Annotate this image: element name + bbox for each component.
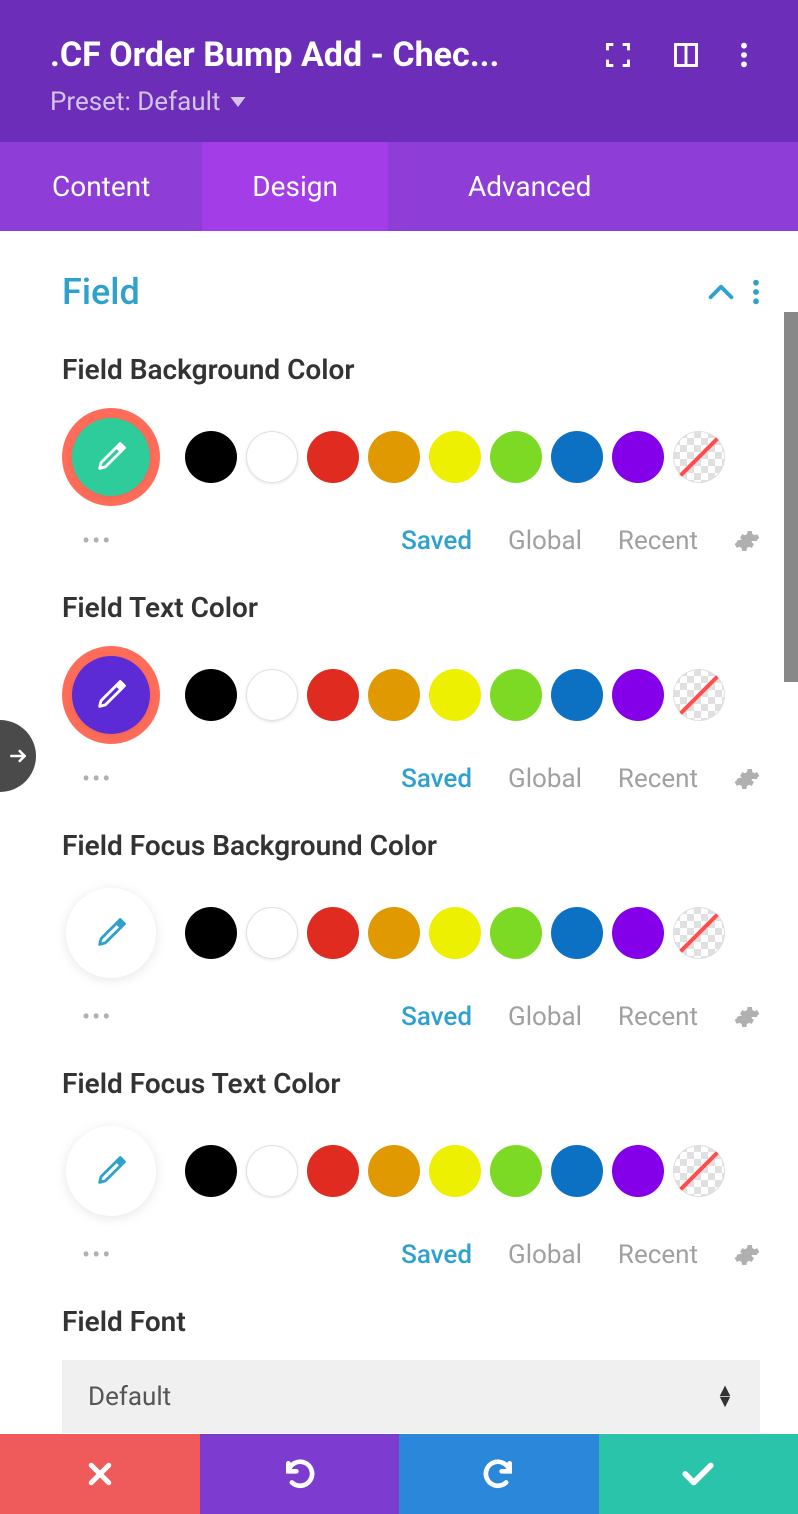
more-menu-icon[interactable] — [740, 41, 748, 69]
swatch-color[interactable] — [307, 431, 359, 483]
more-options-icon[interactable]: ••• — [82, 1241, 112, 1269]
cancel-button[interactable] — [0, 1434, 200, 1514]
swatch-color[interactable] — [368, 669, 420, 721]
swatch-color[interactable] — [490, 907, 542, 959]
font-select-value: Default — [88, 1382, 171, 1412]
swatch-color[interactable] — [185, 431, 237, 483]
gear-icon[interactable] — [734, 766, 760, 792]
swatch-color[interactable] — [246, 431, 298, 483]
swatch-color[interactable] — [551, 1145, 603, 1197]
color-field-group: Field Focus Text Color ••• Saved Global … — [62, 1067, 760, 1270]
swatch-color[interactable] — [551, 431, 603, 483]
color-picker-button[interactable] — [62, 646, 160, 744]
tab-design[interactable]: Design — [202, 142, 388, 231]
swatch-color[interactable] — [307, 1145, 359, 1197]
recent-tab[interactable]: Recent — [618, 1240, 698, 1270]
recent-tab[interactable]: Recent — [618, 526, 698, 556]
color-picker-button[interactable] — [62, 408, 160, 506]
field-label: Field Background Color — [62, 353, 760, 386]
gear-icon[interactable] — [734, 1004, 760, 1030]
swatch-color[interactable] — [612, 669, 664, 721]
swatch-color[interactable] — [368, 907, 420, 959]
footer-bar — [0, 1434, 798, 1514]
swatch-color[interactable] — [368, 1145, 420, 1197]
select-arrows-icon: ▲▼ — [716, 1386, 734, 1408]
more-options-icon[interactable]: ••• — [82, 1003, 112, 1031]
saved-tab[interactable]: Saved — [401, 526, 472, 556]
caret-down-icon — [230, 97, 246, 107]
swatch-color[interactable] — [307, 907, 359, 959]
swatch-color[interactable] — [246, 1145, 298, 1197]
columns-icon[interactable] — [672, 41, 700, 69]
color-field-group: Field Background Color ••• Saved Global … — [62, 353, 760, 556]
font-field-label: Field Font — [62, 1305, 760, 1338]
gear-icon[interactable] — [734, 528, 760, 554]
global-tab[interactable]: Global — [508, 764, 582, 794]
swatch-color[interactable] — [246, 907, 298, 959]
swatch-color[interactable] — [368, 431, 420, 483]
swatch-transparent[interactable] — [673, 669, 725, 721]
swatch-transparent[interactable] — [673, 1145, 725, 1197]
redo-button[interactable] — [399, 1434, 599, 1514]
collapse-icon[interactable] — [708, 284, 734, 300]
color-field-group: Field Focus Background Color ••• Saved G… — [62, 829, 760, 1032]
color-picker-button[interactable] — [62, 1122, 160, 1220]
swatch-color[interactable] — [307, 669, 359, 721]
undo-button[interactable] — [200, 1434, 400, 1514]
swatch-color[interactable] — [429, 431, 481, 483]
content-area: Field Field Background Color ••• — [0, 231, 798, 1433]
recent-tab[interactable]: Recent — [618, 1002, 698, 1032]
gear-icon[interactable] — [734, 1242, 760, 1268]
swatch-color[interactable] — [429, 1145, 481, 1197]
swatch-color[interactable] — [429, 669, 481, 721]
swatch-color[interactable] — [490, 669, 542, 721]
font-select[interactable]: Default ▲▼ — [62, 1360, 760, 1433]
swatch-color[interactable] — [185, 669, 237, 721]
panel-header: .CF Order Bump Add - Chec... Preset: Def… — [0, 0, 798, 142]
tab-bar: Content Design Advanced — [0, 142, 798, 231]
swatch-transparent[interactable] — [673, 431, 725, 483]
swatch-color[interactable] — [612, 907, 664, 959]
preset-selector[interactable]: Preset: Default — [50, 87, 748, 117]
swatch-color[interactable] — [551, 907, 603, 959]
swatch-color[interactable] — [612, 431, 664, 483]
global-tab[interactable]: Global — [508, 1240, 582, 1270]
field-label: Field Text Color — [62, 591, 760, 624]
tab-content[interactable]: Content — [0, 142, 202, 231]
swatch-color[interactable] — [246, 669, 298, 721]
field-label: Field Focus Text Color — [62, 1067, 760, 1100]
saved-tab[interactable]: Saved — [401, 764, 472, 794]
scrollbar[interactable] — [784, 312, 798, 682]
global-tab[interactable]: Global — [508, 526, 582, 556]
tab-advanced[interactable]: Advanced — [388, 142, 641, 231]
swatch-color[interactable] — [490, 431, 542, 483]
swatch-color[interactable] — [429, 907, 481, 959]
more-options-icon[interactable]: ••• — [82, 765, 112, 793]
more-options-icon[interactable]: ••• — [82, 527, 112, 555]
swatch-transparent[interactable] — [673, 907, 725, 959]
panel-title: .CF Order Bump Add - Chec... — [50, 35, 584, 75]
swatch-color[interactable] — [551, 669, 603, 721]
section-menu-icon[interactable] — [752, 278, 760, 306]
swatch-color[interactable] — [612, 1145, 664, 1197]
color-field-group: Field Text Color ••• Saved Global Recent — [62, 591, 760, 794]
field-label: Field Focus Background Color — [62, 829, 760, 862]
saved-tab[interactable]: Saved — [401, 1240, 472, 1270]
color-picker-button[interactable] — [62, 884, 160, 982]
swatch-color[interactable] — [490, 1145, 542, 1197]
section-title[interactable]: Field — [62, 271, 140, 313]
expand-icon[interactable] — [604, 41, 632, 69]
font-field-group: Field Font Default ▲▼ — [62, 1305, 760, 1433]
saved-tab[interactable]: Saved — [401, 1002, 472, 1032]
global-tab[interactable]: Global — [508, 1002, 582, 1032]
save-button[interactable] — [599, 1434, 798, 1514]
swatch-color[interactable] — [185, 1145, 237, 1197]
recent-tab[interactable]: Recent — [618, 764, 698, 794]
swatch-color[interactable] — [185, 907, 237, 959]
preset-label: Preset: Default — [50, 87, 220, 117]
